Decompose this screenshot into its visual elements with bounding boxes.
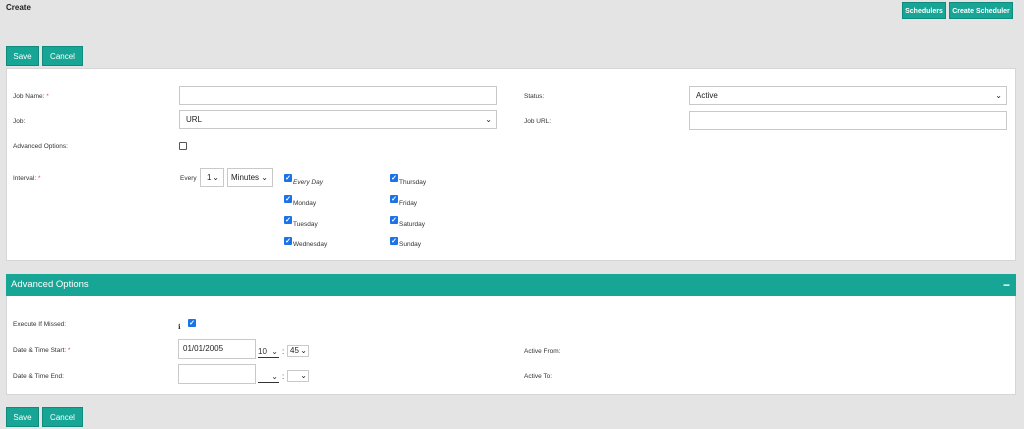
start-date-input[interactable]: 01/01/2005 (178, 339, 256, 359)
start-hour-select[interactable]: 10 ⌄ (258, 346, 279, 358)
advanced-options-label: Advanced Options: (13, 143, 68, 150)
chevron-down-icon: ⌄ (271, 372, 278, 381)
start-time-separator: : (282, 347, 285, 356)
advanced-options-header[interactable]: Advanced Options − (6, 274, 1016, 296)
advanced-options-checkbox[interactable] (179, 142, 187, 150)
save-button-top[interactable]: Save (6, 46, 39, 66)
sunday-checkbox[interactable]: ✓ (390, 237, 398, 245)
start-label: Date & Time Start: * (13, 347, 71, 354)
interval-value-select[interactable]: 1 ⌄ (200, 168, 224, 187)
tuesday-label: Tuesday (293, 221, 318, 228)
cancel-button-bottom[interactable]: Cancel (42, 407, 83, 427)
end-minute-select[interactable]: ⌄ (287, 370, 309, 382)
save-button-bottom[interactable]: Save (6, 407, 39, 427)
sunday-label: Sunday (399, 241, 422, 248)
every-label: Every (180, 175, 197, 182)
monday-label: Monday (293, 200, 317, 207)
job-url-label: Job URL: (524, 118, 552, 125)
end-date-input[interactable] (178, 364, 256, 384)
minus-icon[interactable]: − (1003, 274, 1010, 296)
every-day-label: Every Day (293, 179, 323, 186)
active-from-label: Active From: (524, 348, 561, 355)
saturday-checkbox[interactable]: ✓ (390, 216, 398, 224)
wednesday-label: Wednesday (293, 241, 328, 248)
friday-label: Friday (399, 200, 418, 207)
cancel-button-top[interactable]: Cancel (42, 46, 83, 66)
start-minute-select[interactable]: 45 ⌄ (287, 345, 309, 357)
end-label: Date & Time End: (13, 373, 64, 380)
job-name-label: Job Name: * (13, 93, 49, 100)
status-select[interactable]: Active ⌄ (689, 86, 1007, 105)
interval-label: Interval: * (13, 175, 41, 182)
chevron-down-icon: ⌄ (261, 173, 268, 182)
chevron-down-icon: ⌄ (485, 115, 492, 124)
every-day-checkbox[interactable]: ✓ (284, 174, 292, 182)
chevron-down-icon: ⌄ (212, 173, 219, 182)
chevron-down-icon: ⌄ (995, 91, 1002, 100)
execute-if-missed-label: Execute If Missed: (13, 321, 67, 328)
monday-checkbox[interactable]: ✓ (284, 195, 292, 203)
schedulers-button[interactable]: Schedulers (902, 2, 946, 19)
status-label: Status: (524, 93, 545, 100)
job-name-input[interactable] (179, 86, 497, 105)
chevron-down-icon: ⌄ (271, 347, 278, 356)
chevron-down-icon: ⌄ (300, 346, 307, 355)
thursday-label: Thursday (399, 179, 427, 186)
saturday-label: Saturday (399, 221, 426, 228)
friday-checkbox[interactable]: ✓ (390, 195, 398, 203)
thursday-checkbox[interactable]: ✓ (390, 174, 398, 182)
job-select[interactable]: URL ⌄ (179, 110, 497, 129)
job-url-input[interactable] (689, 111, 1007, 130)
job-label: Job: (13, 118, 26, 125)
chevron-down-icon: ⌄ (300, 371, 307, 380)
end-time-separator: : (282, 372, 285, 381)
interval-unit-select[interactable]: Minutes ⌄ (227, 168, 273, 187)
page-title: Create (6, 3, 31, 12)
end-hour-select[interactable]: ⌄ (258, 371, 279, 383)
execute-if-missed-checkbox[interactable]: ✓ (188, 319, 196, 327)
active-to-label: Active To: (524, 373, 553, 380)
wednesday-checkbox[interactable]: ✓ (284, 237, 292, 245)
tuesday-checkbox[interactable]: ✓ (284, 216, 292, 224)
create-scheduler-button[interactable]: Create Scheduler (949, 2, 1013, 19)
info-icon: ℹ (178, 324, 181, 331)
